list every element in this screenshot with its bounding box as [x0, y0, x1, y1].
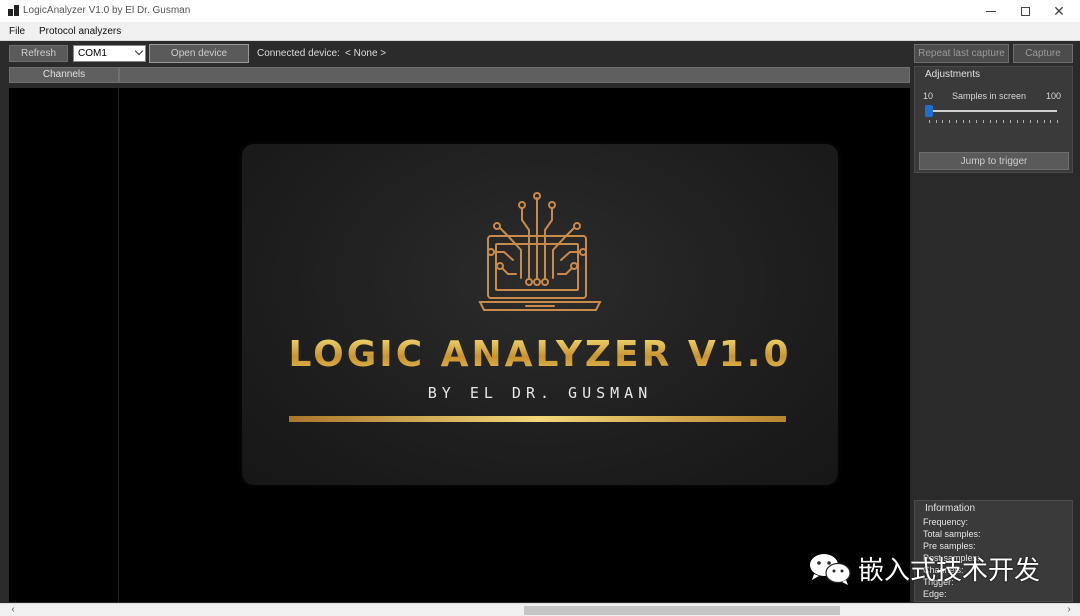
scroll-left-icon[interactable]: ‹ — [6, 604, 20, 616]
scroll-right-icon[interactable]: › — [1062, 604, 1076, 616]
refresh-button[interactable]: Refresh — [9, 45, 68, 62]
port-select-value: COM1 — [78, 48, 107, 59]
connected-device-label: Connected device: — [257, 48, 340, 59]
slider-tick — [929, 120, 930, 123]
minimize-button[interactable] — [974, 0, 1008, 22]
slider-tick — [1023, 120, 1025, 123]
watermark-text: 嵌入式技术开发 — [858, 556, 1041, 586]
slider-tick — [1036, 120, 1038, 123]
slider-tick — [949, 120, 951, 123]
slider-tick — [969, 120, 971, 123]
menu-protocol-analyzers[interactable]: Protocol analyzers — [39, 26, 121, 37]
slider-tick — [1016, 120, 1018, 123]
adjustments-panel: Adjustments 10 Samples in screen 100 Jum… — [914, 66, 1073, 173]
window-title: LogicAnalyzer V1.0 by El Dr. Gusman — [23, 5, 191, 16]
menu-file[interactable]: File — [9, 26, 25, 37]
samples-max-label: 100 — [1046, 91, 1062, 101]
scrollbar-thumb[interactable] — [524, 606, 840, 615]
slider-tick — [1003, 120, 1005, 123]
open-device-button[interactable]: Open device — [149, 44, 249, 63]
title-bar: LogicAnalyzer V1.0 by El Dr. Gusman ✕ — [0, 0, 1080, 22]
minimize-icon — [986, 10, 996, 12]
connected-device-value: < None > — [345, 48, 387, 59]
slider-tick — [1009, 120, 1011, 123]
channels-header: Channels — [9, 67, 119, 83]
samples-slider-ticks — [929, 120, 1058, 124]
slider-tick — [1030, 120, 1032, 123]
slider-tick — [1057, 120, 1058, 123]
slider-tick — [1043, 120, 1045, 123]
info-frequency: Frequency: — [923, 517, 969, 527]
splash-card: LOGIC ANALYZER V1.0 BY EL DR. GUSMAN — [242, 144, 838, 485]
jump-to-trigger-button[interactable]: Jump to trigger — [919, 152, 1069, 170]
splash-title: LOGIC ANALYZER V1.0 — [242, 334, 838, 375]
circuit-laptop-icon — [478, 192, 602, 311]
watermark: 嵌入式技术开发 — [808, 550, 1040, 587]
info-edge: Edge: — [923, 589, 947, 599]
close-button[interactable]: ✕ — [1042, 0, 1076, 22]
chevron-down-icon — [134, 46, 144, 56]
toolbar: Refresh COM1 Open device Connected devic… — [0, 41, 1080, 66]
maximize-icon — [1020, 6, 1030, 16]
close-icon: ✕ — [1053, 3, 1065, 19]
slider-tick — [962, 120, 964, 123]
wechat-icon — [810, 553, 851, 585]
menu-bar: File Protocol analyzers — [0, 22, 1080, 41]
samples-slider-track[interactable] — [927, 110, 1057, 112]
maximize-button[interactable] — [1008, 0, 1042, 22]
information-title: Information — [925, 503, 976, 514]
adjustments-title: Adjustments — [925, 69, 981, 80]
horizontal-scrollbar[interactable]: ‹ › — [0, 603, 1080, 616]
slider-tick — [935, 120, 937, 123]
timeline-header — [119, 67, 910, 83]
samples-slider-thumb[interactable] — [925, 105, 933, 117]
slider-tick — [996, 120, 998, 123]
samples-in-screen-label: Samples in screen — [952, 91, 1027, 101]
info-total-samples: Total samples: — [923, 529, 981, 539]
port-select[interactable]: COM1 — [73, 45, 146, 62]
slider-tick — [942, 120, 944, 123]
splash-accent-bar — [289, 416, 786, 422]
splash-subtitle: BY EL DR. GUSMAN — [427, 384, 653, 402]
samples-min-label: 10 — [923, 91, 934, 101]
slider-tick — [982, 120, 984, 123]
app-icon — [8, 5, 19, 16]
slider-tick — [955, 120, 957, 123]
slider-tick — [1050, 120, 1052, 123]
capture-button[interactable]: Capture — [1013, 44, 1073, 63]
channels-list[interactable] — [9, 88, 119, 602]
slider-tick — [976, 120, 978, 123]
repeat-capture-button[interactable]: Repeat last capture — [914, 44, 1009, 63]
slider-tick — [989, 120, 991, 123]
